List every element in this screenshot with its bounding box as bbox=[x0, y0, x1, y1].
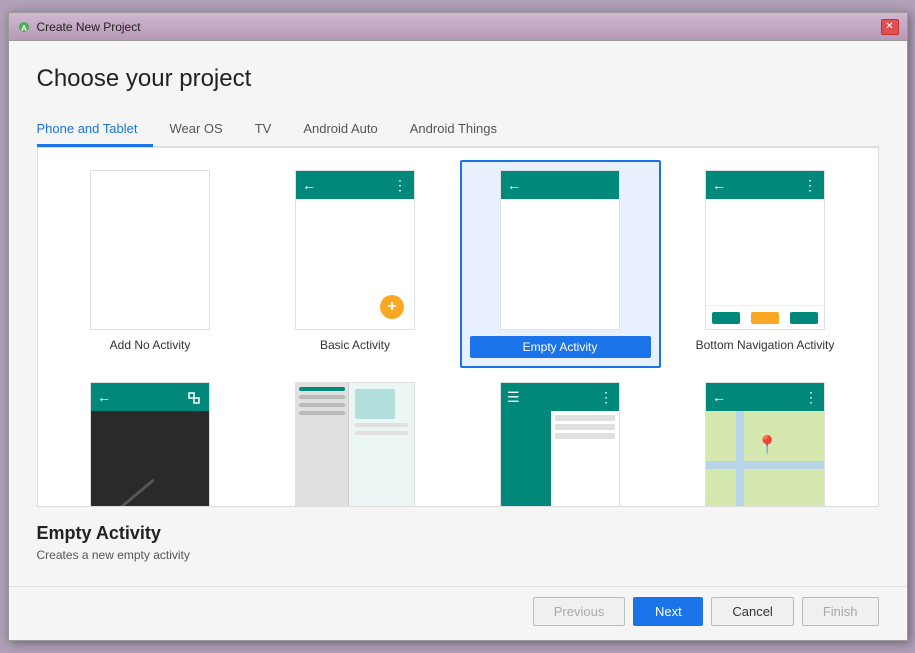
page-title: Choose your project bbox=[37, 65, 879, 93]
activity-empty-thumb: ← bbox=[500, 170, 620, 330]
close-button[interactable]: ✕ bbox=[881, 19, 899, 35]
gallery-grid: Add No Activity ← ⋮ + Basic Activity bbox=[38, 148, 878, 507]
bottom-nav-content bbox=[706, 199, 824, 305]
activity-google-maps[interactable]: ← ⋮ 📍 Google Maps Act bbox=[665, 372, 866, 507]
cancel-button[interactable]: Cancel bbox=[711, 597, 793, 626]
fullscreen-bar: ← bbox=[91, 383, 209, 411]
activity-master-detail[interactable]: Master/Detail Flow bbox=[255, 372, 456, 507]
activity-fullscreen-thumb: ← bbox=[90, 382, 210, 507]
drawer-main bbox=[551, 411, 619, 507]
activity-empty[interactable]: ← Empty Activity bbox=[460, 160, 661, 368]
activity-basic[interactable]: ← ⋮ + Basic Activity bbox=[255, 160, 456, 368]
detail-line-1 bbox=[355, 423, 408, 427]
activity-fullscreen[interactable]: ← Fullscreen Activity bbox=[50, 372, 251, 507]
master-line-3 bbox=[299, 403, 345, 407]
empty-content bbox=[501, 199, 619, 329]
activity-basic-label: Basic Activity bbox=[320, 338, 390, 352]
back-icon: ← bbox=[302, 177, 316, 193]
detail-line-2 bbox=[355, 431, 408, 435]
empty-top-bar: ← bbox=[501, 171, 619, 199]
tab-bar: Phone and Tablet Wear OS TV Android Auto… bbox=[37, 113, 879, 147]
master-line-4 bbox=[299, 411, 345, 415]
map-marker: 📍 bbox=[756, 436, 778, 454]
gallery-area: Add No Activity ← ⋮ + Basic Activity bbox=[37, 147, 879, 507]
app-icon: A bbox=[17, 20, 31, 34]
master-panel bbox=[296, 383, 349, 507]
nav-drawer-top-bar: ☰ ⋮ bbox=[501, 383, 619, 411]
nav-item-2 bbox=[751, 312, 779, 324]
tab-android-things[interactable]: Android Things bbox=[394, 113, 513, 147]
more-icon-maps: ⋮ bbox=[804, 389, 818, 406]
window: A Create New Project ✕ Choose your proje… bbox=[8, 12, 908, 641]
activity-empty-label: Empty Activity bbox=[470, 336, 651, 358]
back-icon-maps: ← bbox=[712, 389, 726, 405]
fullscreen-line bbox=[99, 479, 155, 507]
master-line-2 bbox=[299, 395, 345, 399]
activity-no-activity-label: Add No Activity bbox=[110, 338, 191, 352]
activity-google-maps-thumb: ← ⋮ 📍 bbox=[705, 382, 825, 507]
more-icon-bottom: ⋮ bbox=[803, 177, 818, 194]
fab-icon: + bbox=[380, 295, 404, 319]
back-icon-fullscreen: ← bbox=[97, 389, 111, 405]
activity-no-activity-thumb bbox=[90, 170, 210, 330]
main-content: Choose your project Phone and Tablet Wea… bbox=[9, 41, 907, 586]
maps-content: 📍 bbox=[706, 411, 824, 507]
more-icon-nav: ⋮ bbox=[599, 389, 613, 406]
bottom-nav-top-bar: ← ⋮ bbox=[706, 171, 824, 199]
previous-button[interactable]: Previous bbox=[533, 597, 626, 626]
drawer-panel bbox=[501, 411, 551, 507]
nav-item-3 bbox=[790, 312, 818, 324]
bottom-nav-bar bbox=[706, 305, 824, 329]
tab-android-auto[interactable]: Android Auto bbox=[287, 113, 393, 147]
activity-bottom-nav-label: Bottom Navigation Activity bbox=[696, 338, 835, 352]
window-title: Create New Project bbox=[37, 20, 875, 34]
description-area: Empty Activity Creates a new empty activ… bbox=[37, 507, 879, 570]
next-button[interactable]: Next bbox=[633, 597, 703, 626]
activity-no-activity[interactable]: Add No Activity bbox=[50, 160, 251, 368]
drawer-line-1 bbox=[555, 415, 615, 421]
nav-drawer-content bbox=[501, 411, 619, 507]
activity-bottom-nav-thumb: ← ⋮ bbox=[705, 170, 825, 330]
drawer-line-3 bbox=[555, 433, 615, 439]
basic-top-bar: ← ⋮ bbox=[296, 171, 414, 199]
fullscreen-content bbox=[91, 411, 209, 507]
finish-button[interactable]: Finish bbox=[802, 597, 879, 626]
footer: Previous Next Cancel Finish bbox=[9, 586, 907, 640]
basic-content: + bbox=[296, 199, 414, 329]
activity-nav-drawer-thumb: ☰ ⋮ bbox=[500, 382, 620, 507]
activity-bottom-nav[interactable]: ← ⋮ Bottom Navigation Activity bbox=[665, 160, 866, 368]
title-bar: A Create New Project ✕ bbox=[9, 13, 907, 41]
selected-activity-description: Creates a new empty activity bbox=[37, 548, 879, 562]
road-horizontal bbox=[706, 461, 824, 469]
back-icon-empty: ← bbox=[507, 177, 521, 193]
master-line-1 bbox=[299, 387, 345, 391]
fullscreen-icon bbox=[187, 391, 201, 405]
tab-wear[interactable]: Wear OS bbox=[153, 113, 238, 147]
selected-activity-title: Empty Activity bbox=[37, 523, 879, 544]
maps-top-bar: ← ⋮ bbox=[706, 383, 824, 411]
tab-tv[interactable]: TV bbox=[239, 113, 288, 147]
activity-master-detail-thumb bbox=[295, 382, 415, 507]
drawer-line-2 bbox=[555, 424, 615, 430]
back-icon-bottom: ← bbox=[712, 177, 726, 193]
nav-item-1 bbox=[712, 312, 740, 324]
activity-basic-thumb: ← ⋮ + bbox=[295, 170, 415, 330]
road-vertical bbox=[736, 411, 744, 507]
master-detail-content bbox=[296, 383, 414, 507]
menu-icon: ☰ bbox=[507, 389, 520, 406]
fullscreen-bracket bbox=[187, 391, 201, 405]
detail-panel bbox=[349, 383, 414, 507]
more-icon: ⋮ bbox=[393, 177, 408, 194]
activity-nav-drawer[interactable]: ☰ ⋮ Navigation Drawer Activity bbox=[460, 372, 661, 507]
tab-phone-tablet[interactable]: Phone and Tablet bbox=[37, 113, 154, 147]
svg-text:A: A bbox=[21, 24, 27, 33]
detail-image bbox=[355, 389, 395, 419]
